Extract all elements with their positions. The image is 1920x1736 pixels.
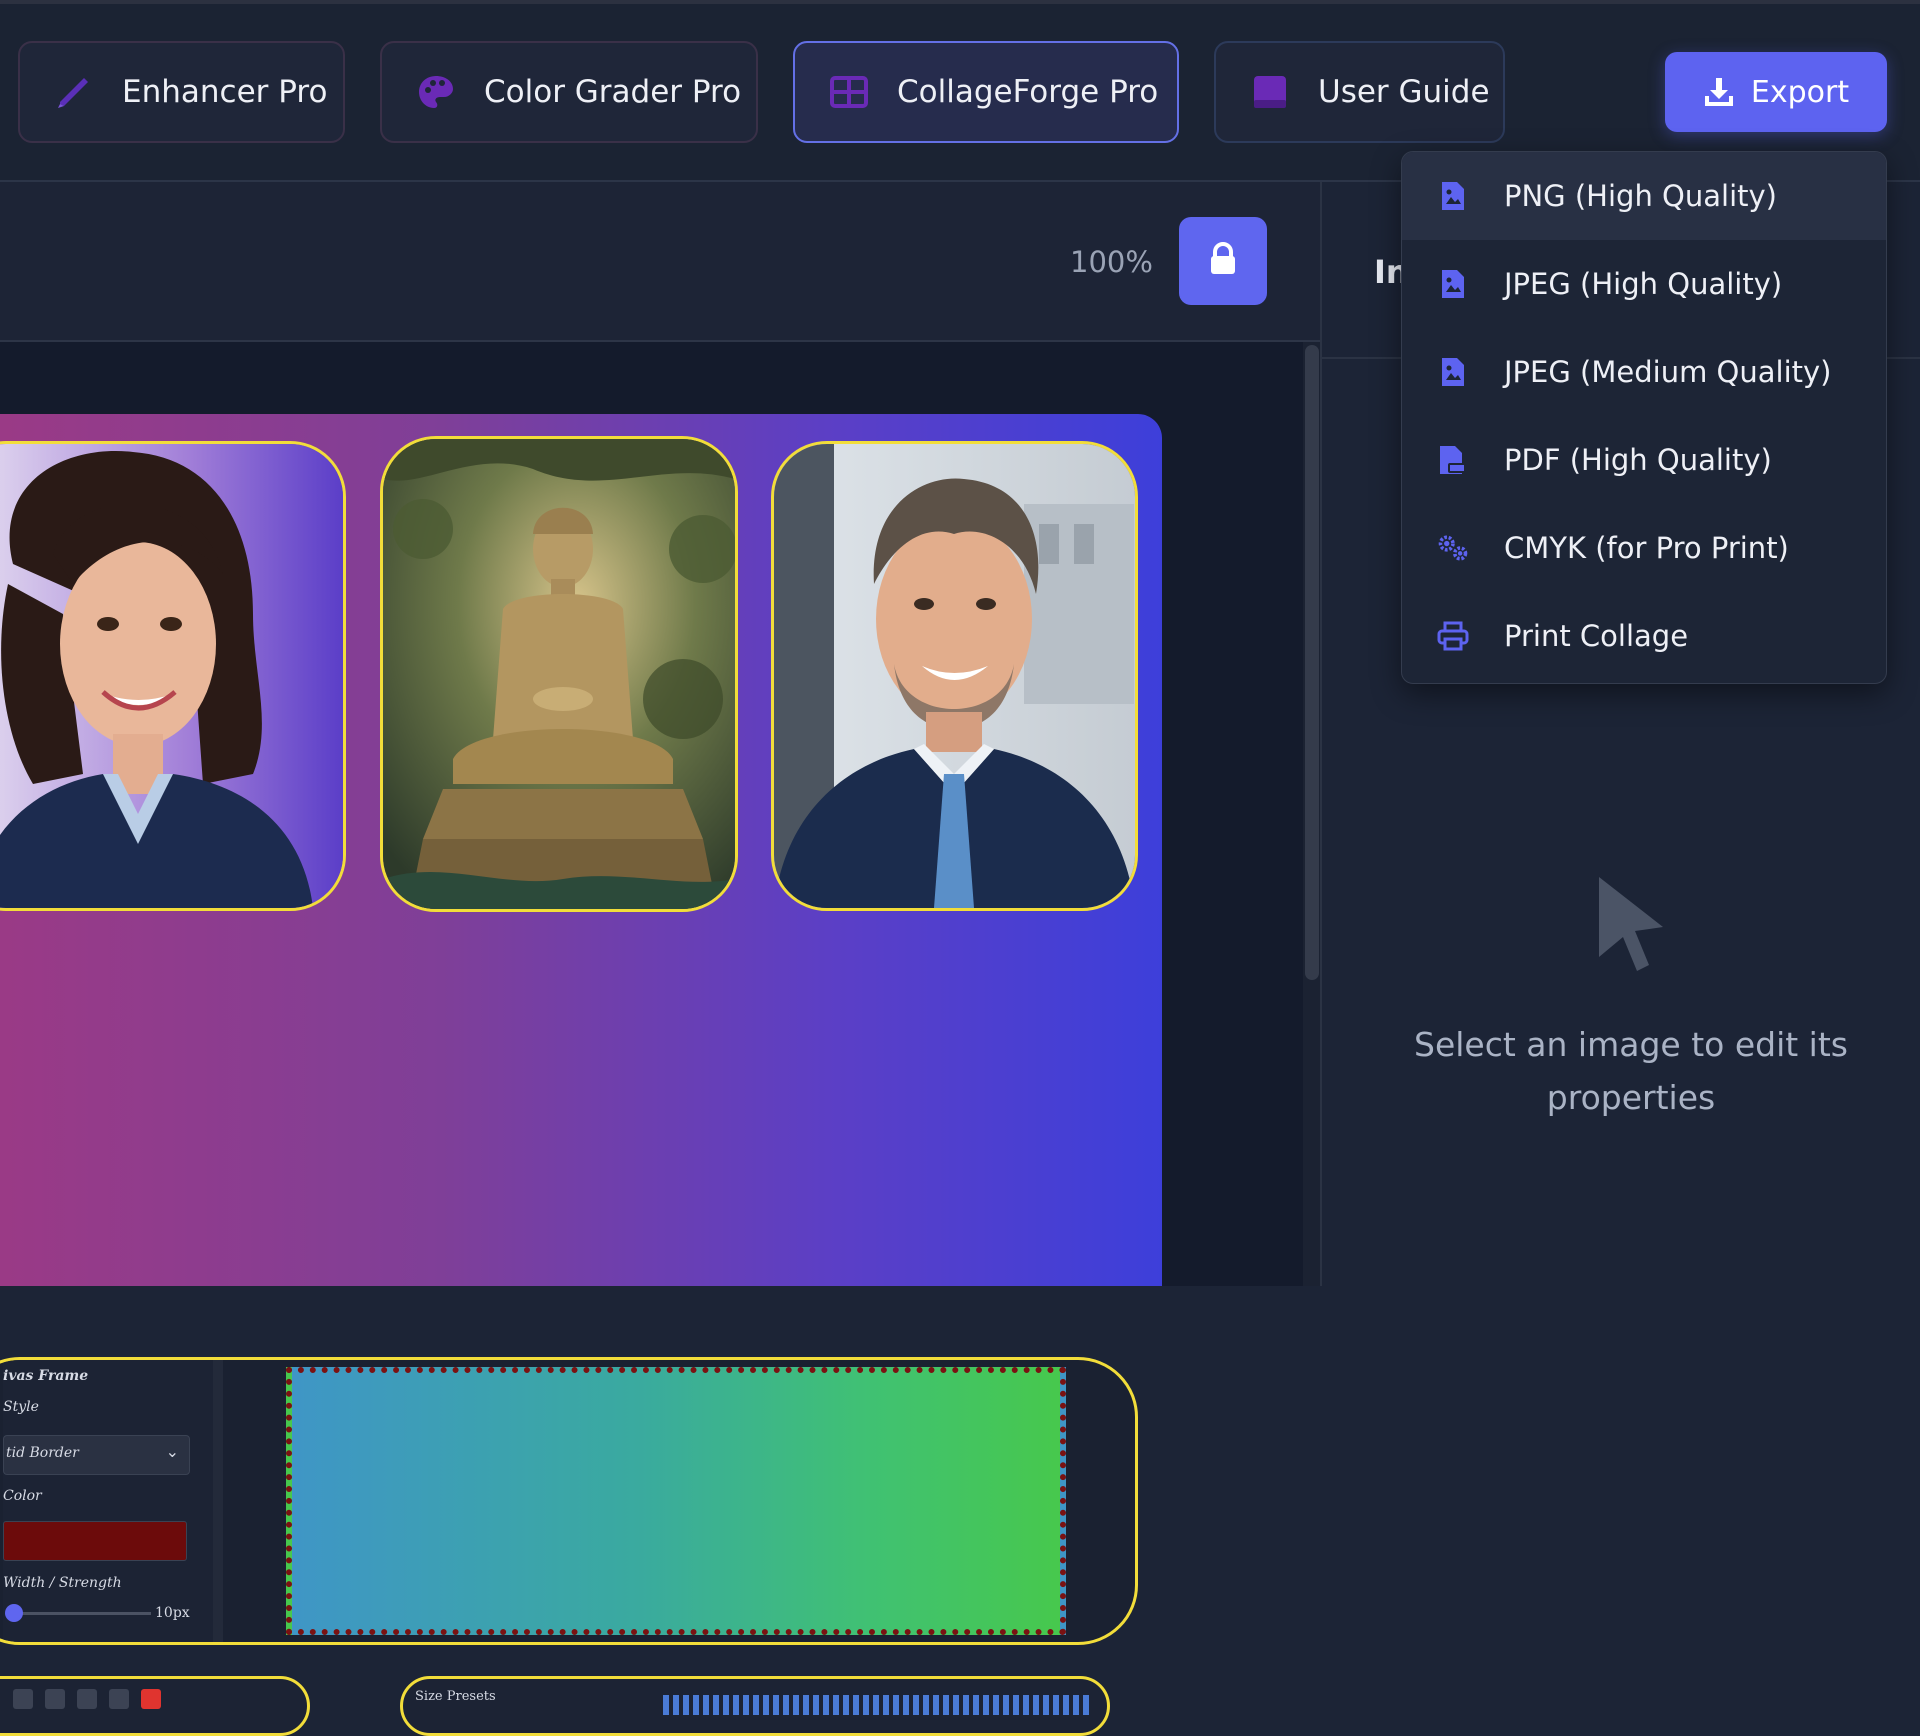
embedded-color-swatch xyxy=(3,1521,187,1561)
lock-icon xyxy=(1208,242,1238,280)
export-option-jpeg-high[interactable]: JPEG (High Quality) xyxy=(1402,240,1886,328)
embedded-pattern-strip xyxy=(663,1695,1093,1715)
embedded-toolbar-button xyxy=(141,1689,161,1709)
cursor-arrow-icon xyxy=(1595,875,1667,975)
menu-item-label: Print Collage xyxy=(1504,619,1689,653)
menu-item-label: JPEG (High Quality) xyxy=(1504,267,1783,301)
tab-label: Enhancer Pro xyxy=(122,74,328,110)
collage-photo-woman[interactable] xyxy=(0,441,346,911)
printer-icon xyxy=(1436,619,1470,653)
book-icon xyxy=(1250,72,1290,112)
embedded-size-presets-label: Size Presets xyxy=(415,1689,496,1704)
gears-icon xyxy=(1436,531,1470,565)
zoom-level: 100% xyxy=(1070,245,1153,279)
empty-state-message: Select an image to edit its properties xyxy=(1414,1025,1848,1117)
embedded-width-value: 10px xyxy=(155,1605,190,1621)
collage-canvas[interactable]: ivas Frame Style tid Border ⌄ Color Widt… xyxy=(0,414,1162,1736)
collage-photo-screenshot[interactable]: ivas Frame Style tid Border ⌄ Color Widt… xyxy=(0,1357,1138,1645)
pdf-file-icon xyxy=(1436,443,1470,477)
tab-collageforge-pro[interactable]: CollageForge Pro xyxy=(793,41,1179,143)
embedded-width-slider xyxy=(11,1612,151,1615)
collage-photo-buddha[interactable] xyxy=(380,436,738,912)
grid-icon xyxy=(829,72,869,112)
scrollbar-thumb[interactable] xyxy=(1305,345,1319,980)
embedded-toolbar-button xyxy=(13,1689,33,1709)
export-dropdown-menu: PNG (High Quality) JPEG (High Quality) J… xyxy=(1401,151,1887,684)
download-icon xyxy=(1703,76,1735,108)
menu-item-label: PDF (High Quality) xyxy=(1504,443,1772,477)
embedded-slider-knob xyxy=(5,1604,23,1622)
palette-icon xyxy=(416,72,456,112)
tab-label: Color Grader Pro xyxy=(484,74,742,110)
embedded-style-select: tid Border ⌄ xyxy=(3,1435,190,1475)
lock-button[interactable] xyxy=(1179,217,1267,305)
export-option-print[interactable]: Print Collage xyxy=(1402,592,1886,680)
tab-enhancer-pro[interactable]: Enhancer Pro xyxy=(18,41,345,143)
image-file-icon xyxy=(1436,355,1470,389)
embedded-gradient-preview xyxy=(286,1367,1066,1635)
pencil-icon xyxy=(54,72,94,112)
embedded-toolbar-button xyxy=(109,1689,129,1709)
image-file-icon xyxy=(1436,179,1470,213)
export-option-cmyk[interactable]: CMYK (for Pro Print) xyxy=(1402,504,1886,592)
export-option-pdf-high[interactable]: PDF (High Quality) xyxy=(1402,416,1886,504)
embedded-style-label: Style xyxy=(3,1399,39,1415)
tab-color-grader-pro[interactable]: Color Grader Pro xyxy=(380,41,758,143)
embedded-toolbar-button xyxy=(77,1689,97,1709)
tab-user-guide[interactable]: User Guide xyxy=(1214,41,1505,143)
embedded-frame-label: ivas Frame xyxy=(3,1368,89,1384)
embedded-width-label: Width / Strength xyxy=(3,1575,122,1591)
export-button[interactable]: Export xyxy=(1665,52,1887,132)
chevron-down-icon: ⌄ xyxy=(165,1442,179,1461)
embedded-toolbar-button xyxy=(45,1689,65,1709)
embedded-style-value: tid Border xyxy=(6,1445,79,1461)
menu-item-label: JPEG (Medium Quality) xyxy=(1504,355,1832,389)
export-label: Export xyxy=(1750,74,1850,110)
image-file-icon xyxy=(1436,267,1470,301)
collage-photo-man[interactable] xyxy=(771,441,1138,911)
collage-photo-bottom-left[interactable] xyxy=(0,1676,310,1736)
collage-photo-bottom-right[interactable]: Size Presets xyxy=(400,1676,1110,1736)
menu-item-label: PNG (High Quality) xyxy=(1504,179,1777,213)
export-option-png-high[interactable]: PNG (High Quality) xyxy=(1402,152,1886,240)
embedded-color-label: Color xyxy=(3,1488,42,1504)
export-option-jpeg-medium[interactable]: JPEG (Medium Quality) xyxy=(1402,328,1886,416)
tab-label: CollageForge Pro xyxy=(897,74,1159,110)
menu-item-label: CMYK (for Pro Print) xyxy=(1504,531,1789,565)
tab-label: User Guide xyxy=(1318,74,1490,110)
